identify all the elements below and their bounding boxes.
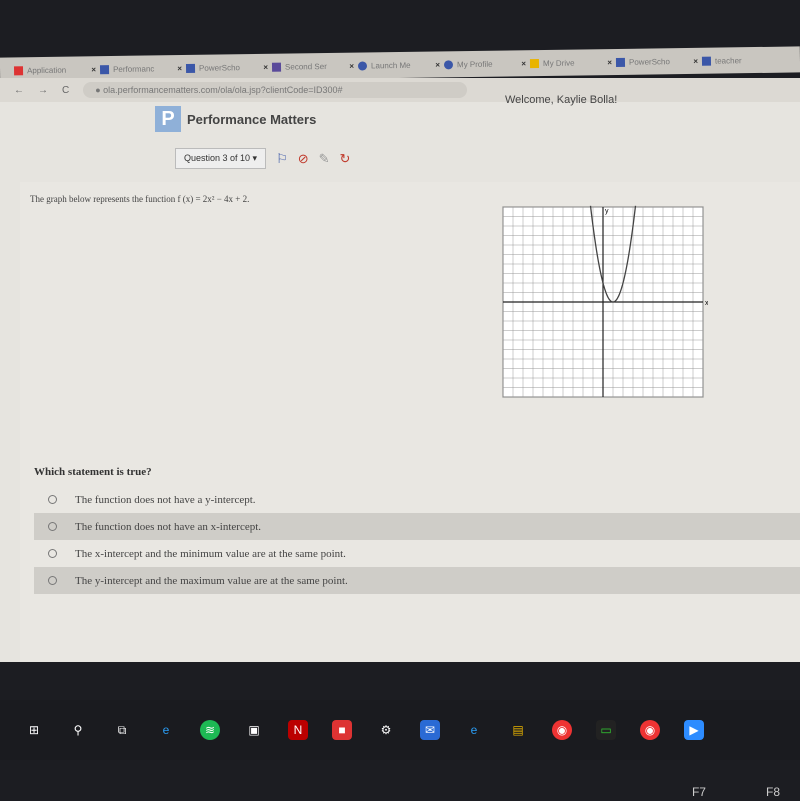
option-label: The x-intercept and the minimum value ar… <box>75 547 346 560</box>
url-input[interactable]: ● ola.performancematters.com/ola/ola.jsp… <box>83 82 468 98</box>
brand: P Performance Matters <box>155 106 316 132</box>
welcome-text: Welcome, Kaylie Bolla! <box>505 94 618 106</box>
radio-button[interactable] <box>48 576 57 585</box>
answer-option[interactable]: The x-intercept and the minimum value ar… <box>34 540 800 567</box>
task-view-icon[interactable]: ⧉ <box>112 720 132 740</box>
question-stem: Which statement is true? <box>34 466 152 478</box>
browser-tab[interactable]: PowerScho × <box>185 62 268 73</box>
browser-tab[interactable]: PowerScho × <box>615 56 698 67</box>
app-icon <box>99 64 110 74</box>
option-label: The function does not have a y-intercept… <box>75 493 256 506</box>
close-icon[interactable]: × <box>435 60 440 69</box>
tab-label: PowerScho <box>628 56 670 67</box>
refresh-icon[interactable]: ↻ <box>340 151 351 167</box>
answer-option-selected[interactable]: The function does not have an x-intercep… <box>34 513 800 540</box>
zoom-icon[interactable]: ▶ <box>684 720 704 740</box>
browser-tab[interactable]: My Drive × <box>529 58 612 68</box>
chrome-icon[interactable]: ◉ <box>552 720 572 740</box>
settings-icon[interactable]: ⚙ <box>376 720 396 740</box>
lock-icon: ● <box>95 85 104 95</box>
app-icon <box>357 60 368 71</box>
spotify-icon[interactable]: ≋ <box>200 720 220 740</box>
close-icon[interactable]: × <box>349 61 354 70</box>
url-text: ola.performancematters.com/ola/ola.jsp?c… <box>103 85 343 95</box>
question-selector[interactable]: Question 3 of 10 ▾ <box>175 148 267 169</box>
tab-label: Second Ser <box>284 61 327 72</box>
pencil-icon[interactable]: ✎ <box>319 151 330 167</box>
flag-icon[interactable]: ⚐ <box>276 151 288 167</box>
close-icon[interactable]: × <box>177 64 182 73</box>
files-icon[interactable]: ▤ <box>508 720 528 740</box>
browser-tab[interactable]: Performanc × <box>99 63 182 74</box>
tab-label: My Drive <box>542 58 575 68</box>
browser-tab[interactable]: Second Ser × <box>271 61 354 72</box>
browser-tab[interactable]: Application × <box>13 65 96 75</box>
tab-label: My Profile <box>456 59 493 69</box>
address-bar-row: ← → C ● ola.performancematters.com/ola/ola… <box>0 78 800 102</box>
tab-label: Launch Me <box>370 60 411 70</box>
browser-tab[interactable]: Launch Me × <box>357 60 440 71</box>
browser-tab[interactable]: My Profile × <box>443 59 526 69</box>
close-icon[interactable]: × <box>263 62 268 71</box>
close-icon[interactable]: × <box>693 56 698 65</box>
edge-icon[interactable]: e <box>156 720 176 740</box>
tab-label: PowerScho <box>198 62 241 73</box>
radio-button[interactable] <box>48 522 57 531</box>
radio-button[interactable] <box>48 549 57 558</box>
app-icon <box>443 59 454 69</box>
mail-icon[interactable]: ✉ <box>420 720 440 740</box>
back-icon[interactable]: ← <box>14 85 24 96</box>
option-label: The function does not have an x-intercep… <box>75 520 262 533</box>
f8-key: F8 <box>765 785 780 799</box>
keyboard-keys: F7 F8 <box>692 785 780 799</box>
close-icon[interactable]: × <box>607 58 612 67</box>
app-icon <box>615 57 626 67</box>
option-label: The y-intercept and the maximum value ar… <box>75 574 348 587</box>
app-icon <box>13 65 24 75</box>
store-icon[interactable]: ▣ <box>244 720 264 740</box>
reload-icon[interactable]: C <box>62 85 69 96</box>
tab-label: Performanc <box>112 63 155 74</box>
brand-name: Performance Matters <box>187 111 317 127</box>
question-panel: The graph below represents the function … <box>20 182 800 662</box>
terminal-icon[interactable]: ▭ <box>596 720 616 740</box>
x-axis-label: x <box>705 300 708 307</box>
app-icon <box>271 62 282 72</box>
logo: P <box>155 106 181 132</box>
taskbar: ⊞ ⚲ ⧉ e ≋ ▣ N ■ ⚙ ✉ e ▤ ◉ ▭ ◉ ▶ <box>0 700 800 760</box>
tab-label: teacher <box>714 55 742 66</box>
no-entry-icon[interactable]: ⊘ <box>298 151 309 167</box>
search-icon[interactable]: ⚲ <box>68 720 88 740</box>
question-toolbar: Question 3 of 10 ▾ ⚐ ⊘ ✎ ↻ <box>175 148 350 169</box>
function-graph: xy <box>502 205 708 398</box>
f7-key: F7 <box>691 785 706 799</box>
drive-icon <box>529 58 540 68</box>
ie-icon[interactable]: e <box>464 720 484 740</box>
question-prompt: The graph below represents the function … <box>30 194 250 204</box>
app-icon[interactable]: ■ <box>332 720 352 740</box>
browser-tab[interactable]: teacher <box>701 55 784 66</box>
netflix-icon[interactable]: N <box>288 720 308 740</box>
radio-button[interactable] <box>48 495 57 504</box>
answer-option[interactable]: The y-intercept and the maximum value ar… <box>34 567 800 594</box>
tab-label: Application <box>26 65 67 75</box>
app-icon <box>185 63 196 73</box>
answer-option[interactable]: The function does not have a y-intercept… <box>34 486 800 513</box>
app-icon <box>701 56 712 66</box>
close-icon[interactable]: × <box>91 65 96 74</box>
answer-options: The function does not have a y-intercept… <box>34 486 800 594</box>
page: Welcome, Kaylie Bolla! P Performance Matt… <box>0 94 800 662</box>
chrome-icon[interactable]: ◉ <box>640 720 660 740</box>
close-icon[interactable]: × <box>521 59 526 68</box>
y-axis-label: y <box>605 208 609 215</box>
forward-icon[interactable]: → <box>38 85 48 96</box>
windows-start-icon[interactable]: ⊞ <box>24 720 44 740</box>
